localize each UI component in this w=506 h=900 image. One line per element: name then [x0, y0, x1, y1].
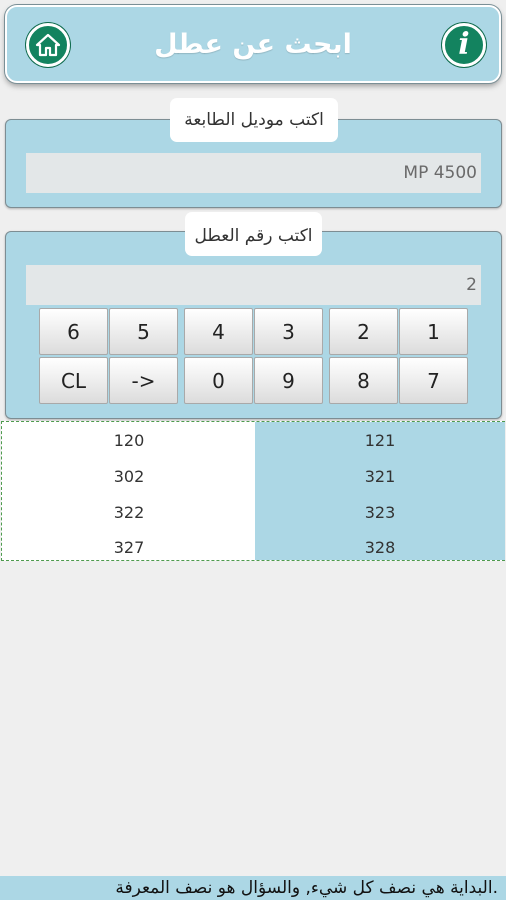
app-header: ابحث عن عطل i [5, 5, 501, 83]
page-title: ابحث عن عطل [154, 29, 352, 60]
result-item[interactable]: 322 [4, 503, 254, 522]
key-8[interactable]: 8 [329, 357, 398, 404]
clear-button[interactable]: CL [39, 357, 108, 404]
key-0[interactable]: 0 [184, 357, 253, 404]
result-item[interactable]: 321 [255, 467, 505, 486]
result-item[interactable]: 302 [4, 467, 254, 486]
key-3[interactable]: 3 [254, 308, 323, 355]
results-grid: 120 302 322 327 121 321 323 328 [1, 421, 505, 561]
key-4[interactable]: 4 [184, 308, 253, 355]
info-icon: i [458, 27, 470, 62]
search-arrow-button[interactable]: -> [109, 357, 178, 404]
key-5[interactable]: 5 [109, 308, 178, 355]
key-2[interactable]: 2 [329, 308, 398, 355]
code-input[interactable] [26, 265, 481, 305]
result-item[interactable]: 323 [255, 503, 505, 522]
info-button[interactable]: i [442, 23, 486, 67]
code-label: اكتب رقم العطل [185, 212, 322, 256]
key-6[interactable]: 6 [39, 308, 108, 355]
model-input[interactable] [26, 153, 481, 193]
key-9[interactable]: 9 [254, 357, 323, 404]
footer-quote: البداية هي نصف كل شيء, والسؤال هو نصف ال… [0, 876, 506, 900]
model-label: اكتب موديل الطابعة [170, 98, 338, 142]
result-item[interactable]: 120 [4, 431, 254, 450]
result-item[interactable]: 121 [255, 431, 505, 450]
result-item[interactable]: 327 [4, 538, 254, 557]
key-1[interactable]: 1 [399, 308, 468, 355]
result-item[interactable]: 328 [255, 538, 505, 557]
key-7[interactable]: 7 [399, 357, 468, 404]
